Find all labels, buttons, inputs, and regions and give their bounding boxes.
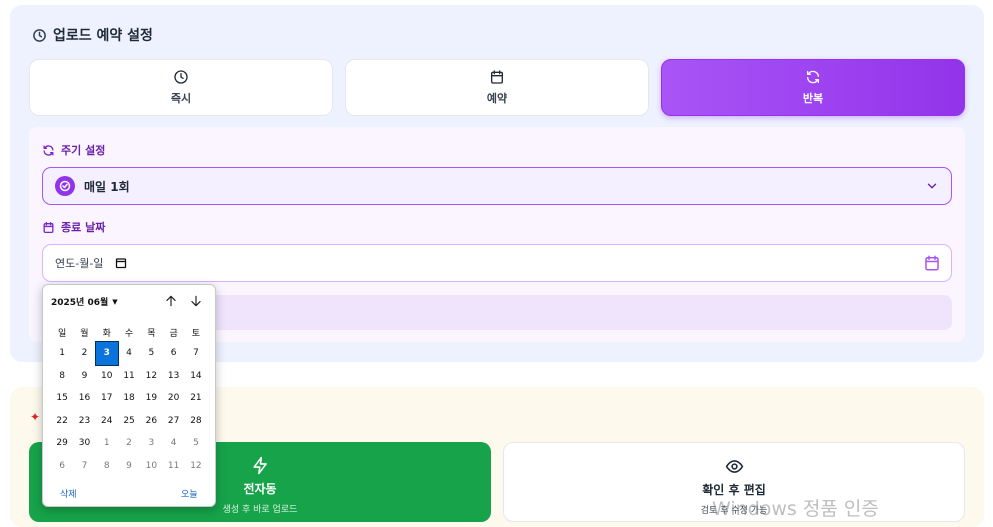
calendar-grid: 일 월 화 수 목 금 토 1 2 3 4 5 6 7 8 9 10 11 12 13 14 15 16 17 18 19 20 21… xyxy=(51,322,207,477)
day-cell[interactable]: 27 xyxy=(162,410,184,433)
windows-activation-watermark: Windows 정품 인증 xyxy=(712,498,879,520)
day-cell[interactable]: 7 xyxy=(185,342,207,365)
mode-scheduled-button[interactable]: 예약 xyxy=(345,59,649,116)
selected-day-cell[interactable]: 3 xyxy=(94,341,119,366)
day-cell[interactable]: 4 xyxy=(118,342,140,365)
end-date-input[interactable]: 연도-월-일 xyxy=(42,244,952,282)
end-date-label: 종료 날짜 xyxy=(42,219,105,235)
mode-repeat-button[interactable]: 반복 xyxy=(661,59,965,116)
day-cell[interactable]: 2 xyxy=(118,432,140,455)
day-cell[interactable]: 9 xyxy=(118,455,140,478)
mode-label: 즉시 xyxy=(170,92,192,105)
clear-button[interactable]: 삭제 xyxy=(60,487,77,500)
day-cell[interactable]: 6 xyxy=(51,455,73,478)
refresh-icon xyxy=(43,144,54,156)
weekday-header: 일 xyxy=(58,328,67,339)
day-cell[interactable]: 12 xyxy=(185,455,207,478)
day-cell[interactable]: 16 xyxy=(73,387,95,410)
caret-down-icon: ▼ xyxy=(112,297,118,306)
weekday-header: 월 xyxy=(80,328,89,339)
day-cell[interactable]: 5 xyxy=(140,342,162,365)
month-selector[interactable]: 2025년 06월 ▼ xyxy=(51,295,118,309)
day-cell[interactable]: 6 xyxy=(162,342,184,365)
day-cell[interactable]: 10 xyxy=(96,365,118,388)
today-button[interactable]: 오늘 xyxy=(181,487,198,500)
day-cell[interactable]: 25 xyxy=(118,410,140,433)
day-cell[interactable]: 13 xyxy=(162,365,184,388)
day-cell[interactable]: 8 xyxy=(51,365,73,388)
end-date-placeholder: 연도-월-일 xyxy=(55,257,104,270)
day-cell[interactable]: 9 xyxy=(73,365,95,388)
refresh-icon xyxy=(807,70,819,84)
weekday-header: 목 xyxy=(147,328,156,339)
cycle-select[interactable]: 매일 1회 xyxy=(42,167,952,205)
day-cell[interactable]: 29 xyxy=(51,432,73,455)
day-cell[interactable]: 4 xyxy=(162,432,184,455)
day-cell[interactable]: 14 xyxy=(185,365,207,388)
weekday-header: 화 xyxy=(102,328,111,339)
day-cell[interactable]: 23 xyxy=(73,410,95,433)
day-cell[interactable]: 21 xyxy=(185,387,207,410)
calendar-icon[interactable] xyxy=(923,254,941,272)
day-cell[interactable]: 20 xyxy=(162,387,184,410)
lightning-icon xyxy=(252,456,267,475)
day-cell[interactable]: 30 xyxy=(73,432,95,455)
day-cell[interactable]: 28 xyxy=(185,410,207,433)
rocket-icon: ✦ xyxy=(30,410,41,424)
date-picker-popup: 2025년 06월 ▼ 일 월 화 수 목 금 토 1 2 3 4 5 6 7 8 9 10 11 12 13 14 15… xyxy=(42,284,216,507)
day-cell[interactable]: 5 xyxy=(185,432,207,455)
calendar-picker-icon[interactable] xyxy=(115,257,127,269)
day-cell[interactable]: 15 xyxy=(51,387,73,410)
section-title-text: 업로드 예약 설정 xyxy=(53,28,153,44)
day-cell[interactable]: 11 xyxy=(118,365,140,388)
day-cell[interactable]: 2 xyxy=(73,342,95,365)
section-title: 업로드 예약 설정 xyxy=(32,25,153,45)
clock-icon xyxy=(33,28,46,42)
day-cell[interactable]: 3 xyxy=(140,432,162,455)
day-cell[interactable]: 10 xyxy=(140,455,162,478)
arrow-up-icon[interactable] xyxy=(164,294,178,308)
clock-icon xyxy=(174,70,188,84)
weekday-header: 토 xyxy=(191,328,201,339)
day-cell[interactable]: 26 xyxy=(140,410,162,433)
arrow-down-icon[interactable] xyxy=(189,294,203,308)
action-title: 전자동 xyxy=(243,482,277,496)
calendar-icon xyxy=(43,221,54,233)
month-label: 2025년 06월 xyxy=(51,298,109,308)
mode-label: 예약 xyxy=(486,92,508,105)
chevron-down-icon xyxy=(927,183,937,189)
action-subtitle: 생성 후 바로 업로드 xyxy=(222,505,298,515)
cycle-select-value: 매일 1회 xyxy=(84,179,130,194)
day-cell[interactable]: 8 xyxy=(96,455,118,478)
day-cell[interactable]: 24 xyxy=(96,410,118,433)
day-cell[interactable]: 17 xyxy=(96,387,118,410)
eye-icon xyxy=(725,460,743,473)
day-cell[interactable]: 11 xyxy=(162,455,184,478)
day-cell[interactable]: 1 xyxy=(96,432,118,455)
day-cell[interactable]: 19 xyxy=(140,387,162,410)
cycle-label: 주기 설정 xyxy=(42,142,105,158)
day-cell[interactable]: 7 xyxy=(73,455,95,478)
day-cell[interactable]: 22 xyxy=(51,410,73,433)
check-circle-icon xyxy=(55,176,75,196)
day-cell[interactable]: 12 xyxy=(140,365,162,388)
day-cell[interactable]: 1 xyxy=(51,342,73,365)
calendar-icon xyxy=(491,70,503,84)
weekday-header: 수 xyxy=(124,328,134,339)
cycle-label-text: 주기 설정 xyxy=(61,144,106,157)
weekday-header: 금 xyxy=(169,328,178,339)
mode-label: 반복 xyxy=(802,92,824,105)
mode-immediate-button[interactable]: 즉시 xyxy=(29,59,333,116)
day-cell[interactable]: 18 xyxy=(118,387,140,410)
end-date-label-text: 종료 날짜 xyxy=(61,221,106,234)
